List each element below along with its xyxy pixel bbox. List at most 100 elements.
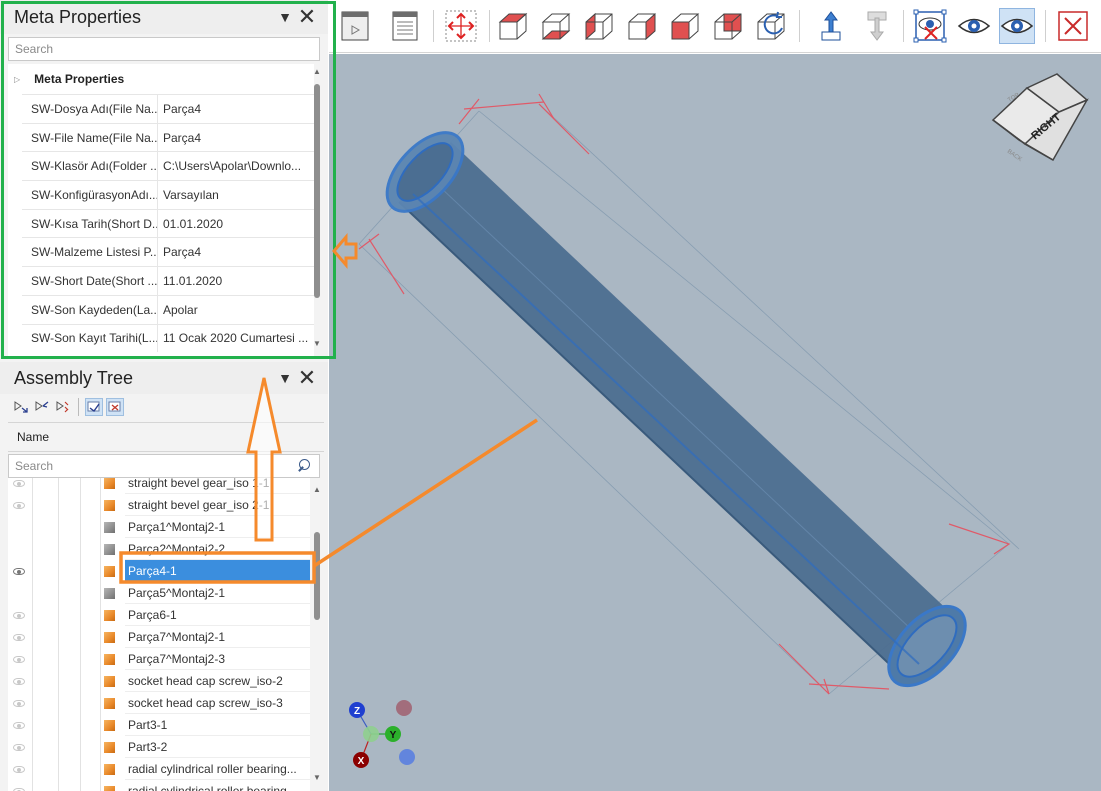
- meta-row[interactable]: SW-Klasör Adı(Folder ... C:\Users\Apolar\…: [22, 151, 314, 181]
- scroll-down-icon[interactable]: ▼: [312, 338, 322, 350]
- panel-menu-dropdown-icon[interactable]: ▼: [274, 6, 296, 28]
- view-back-icon[interactable]: [710, 8, 746, 44]
- visibility-eye-icon[interactable]: [8, 670, 30, 692]
- tree-row[interactable]: Parça1^Montaj2-1: [8, 516, 310, 538]
- assembly-scrollbar[interactable]: ▲ ▼: [312, 484, 322, 784]
- tree-row[interactable]: Parça2^Montaj2-2: [8, 538, 310, 560]
- tree-row[interactable]: Parça7^Montaj2-3: [8, 648, 310, 670]
- meta-row[interactable]: SW-Short Date(Short ... 11.01.2020: [22, 266, 314, 295]
- tree-row[interactable]: Parça6-1: [8, 604, 310, 626]
- panel-menu-dropdown-icon[interactable]: ▼: [274, 367, 296, 389]
- tree-item-label[interactable]: Parça6-1: [125, 604, 310, 626]
- meta-row[interactable]: SW-Dosya Adı(File Na... Parça4: [22, 94, 314, 123]
- visibility-eye-icon[interactable]: [8, 648, 30, 670]
- tree-item-label[interactable]: straight bevel gear_iso 2-1: [125, 494, 310, 516]
- visibility-eye-icon[interactable]: [8, 478, 30, 494]
- tree-row[interactable]: socket head cap screw_iso-2: [8, 670, 310, 692]
- close-icon[interactable]: ✕: [296, 6, 318, 28]
- tree-row[interactable]: radial cylindrical roller bearing...: [8, 758, 310, 780]
- eye-icon: [13, 787, 25, 791]
- visibility-eye-icon[interactable]: [8, 560, 30, 582]
- axis-triad: Z Y X: [347, 696, 419, 774]
- meta-value: Parça4: [163, 101, 202, 116]
- visibility-eye-icon[interactable]: [8, 758, 30, 780]
- close-icon[interactable]: ✕: [296, 367, 318, 389]
- tree-item-label[interactable]: socket head cap screw_iso-2: [125, 670, 310, 692]
- view-bottom-icon[interactable]: [538, 8, 574, 44]
- visibility-eye-icon[interactable]: [8, 494, 30, 516]
- toolbar-separator: [903, 10, 904, 42]
- meta-row[interactable]: SW-Son Kaydeden(La... Apolar: [22, 294, 314, 324]
- expand-all-icon[interactable]: [12, 398, 30, 416]
- tree-row[interactable]: Parça4-1: [8, 560, 310, 582]
- tree-item-label[interactable]: straight bevel gear_iso 1-1: [125, 478, 310, 494]
- close-view-icon[interactable]: [1055, 8, 1091, 44]
- tree-item-label[interactable]: radial cylindrical roller bearing...: [125, 758, 310, 780]
- meta-search-input[interactable]: [15, 42, 313, 56]
- meta-row[interactable]: SW-Kısa Tarih(Short D... 01.01.2020: [22, 208, 314, 238]
- tree-row[interactable]: Parça7^Montaj2-1: [8, 626, 310, 648]
- visibility-eye-icon[interactable]: [8, 538, 30, 560]
- tree-item-label[interactable]: socket head cap screw_iso-3: [125, 692, 310, 714]
- animation-panel-button[interactable]: [337, 8, 373, 44]
- expand-triangle-icon[interactable]: ▷: [14, 75, 20, 84]
- assembly-search-input[interactable]: [15, 459, 297, 473]
- name-column-header[interactable]: Name: [8, 422, 324, 452]
- visibility-eye-icon[interactable]: [8, 582, 30, 604]
- scroll-up-icon[interactable]: ▲: [312, 484, 322, 496]
- view-cube[interactable]: TOP BACK RIGHT: [987, 68, 1093, 168]
- tree-item-label[interactable]: Parça7^Montaj2-3: [125, 648, 310, 670]
- explode-down-icon[interactable]: [859, 8, 895, 44]
- zoom-fit-icon[interactable]: [443, 8, 479, 44]
- meta-row[interactable]: SW-Son Kayıt Tarihi(L... 11 Ocak 2020 Cum…: [22, 323, 314, 353]
- 3d-viewport[interactable]: TOP BACK RIGHT Z Y X: [329, 54, 1101, 791]
- meta-group-header[interactable]: ▷ Meta Properties: [8, 64, 314, 94]
- sort-tree-icon[interactable]: [54, 398, 72, 416]
- visibility-eye-icon[interactable]: [8, 692, 30, 714]
- meta-scroll-thumb[interactable]: [314, 84, 320, 298]
- meta-key: SW-Klasör Adı(Folder ...: [22, 152, 158, 181]
- visibility-eye-icon[interactable]: [8, 604, 30, 626]
- collapse-all-icon[interactable]: [33, 398, 51, 416]
- search-icon[interactable]: [297, 458, 313, 474]
- isolate-selected-icon[interactable]: [106, 398, 124, 416]
- tree-item-label[interactable]: Part3-2: [125, 736, 310, 758]
- tree-row[interactable]: Part3-2: [8, 736, 310, 758]
- show-selected-icon[interactable]: [85, 398, 103, 416]
- view-left-icon[interactable]: [581, 8, 617, 44]
- scroll-up-icon[interactable]: ▲: [312, 66, 322, 78]
- visibility-eye-icon[interactable]: [8, 516, 30, 538]
- scroll-down-icon[interactable]: ▼: [312, 772, 322, 784]
- document-panel-button[interactable]: [387, 8, 423, 44]
- visibility-eye-icon[interactable]: [8, 714, 30, 736]
- tree-item-label[interactable]: Parça1^Montaj2-1: [125, 516, 310, 538]
- tree-row[interactable]: socket head cap screw_iso-3: [8, 692, 310, 714]
- tree-item-label[interactable]: Parça7^Montaj2-1: [125, 626, 310, 648]
- tree-row[interactable]: straight bevel gear_iso 1-1: [8, 478, 310, 494]
- tree-item-label[interactable]: Parça5^Montaj2-1: [125, 582, 310, 604]
- meta-row[interactable]: SW-File Name(File Na... Parça4: [22, 122, 314, 152]
- hide-selected-icon[interactable]: [912, 8, 948, 44]
- meta-row[interactable]: SW-KonfigürasyonAdı... Varsayılan: [22, 180, 314, 209]
- tree-item-label[interactable]: Part3-1: [125, 714, 310, 736]
- tree-item-label[interactable]: Parça4-1: [125, 560, 310, 582]
- meta-row[interactable]: SW-Malzeme Listesi P... Parça4: [22, 237, 314, 267]
- visibility-eye-icon[interactable]: [8, 780, 30, 791]
- tree-row[interactable]: radial cylindrical roller bearing...: [8, 780, 310, 791]
- assembly-scroll-thumb[interactable]: [314, 532, 320, 620]
- meta-scrollbar[interactable]: ▲ ▼: [312, 66, 322, 356]
- view-top-icon[interactable]: [495, 8, 531, 44]
- tree-row[interactable]: straight bevel gear_iso 2-1: [8, 494, 310, 516]
- view-right-icon[interactable]: [624, 8, 660, 44]
- transparency-eye-icon[interactable]: [999, 8, 1035, 44]
- tree-item-label[interactable]: radial cylindrical roller bearing...: [125, 780, 310, 791]
- show-all-eye-icon[interactable]: [956, 8, 992, 44]
- view-front-icon[interactable]: [667, 8, 703, 44]
- tree-item-label[interactable]: Parça2^Montaj2-2: [125, 538, 310, 560]
- tree-row[interactable]: Parça5^Montaj2-1: [8, 582, 310, 604]
- explode-up-icon[interactable]: [813, 8, 849, 44]
- tree-row[interactable]: Part3-1: [8, 714, 310, 736]
- visibility-eye-icon[interactable]: [8, 736, 30, 758]
- visibility-eye-icon[interactable]: [8, 626, 30, 648]
- view-isometric-icon[interactable]: [753, 8, 789, 44]
